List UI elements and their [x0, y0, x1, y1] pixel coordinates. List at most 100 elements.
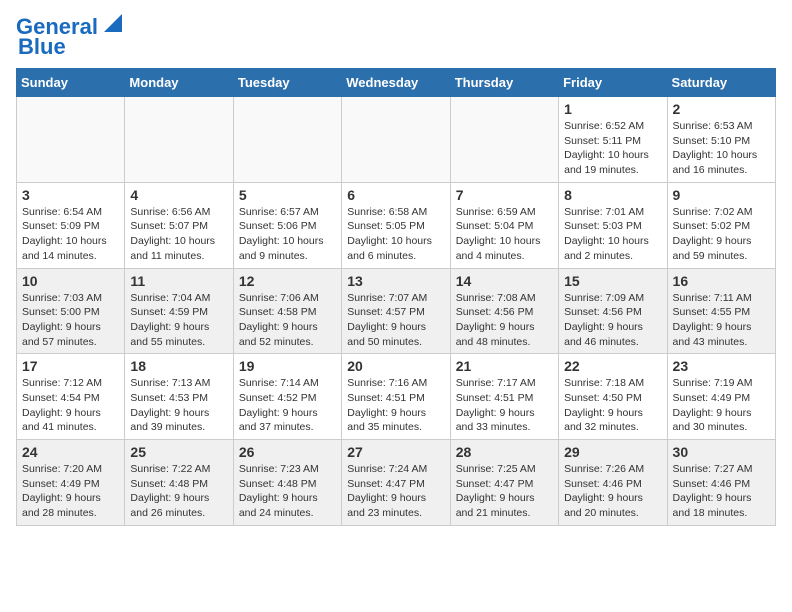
- calendar-cell: 6 Sunrise: 6:58 AM Sunset: 5:05 PM Daylig…: [342, 182, 450, 268]
- day-info: Sunrise: 7:23 AM Sunset: 4:48 PM Dayligh…: [239, 462, 336, 521]
- calendar-cell: [233, 97, 341, 183]
- day-info: Sunrise: 7:01 AM Sunset: 5:03 PM Dayligh…: [564, 205, 661, 264]
- day-number: 3: [22, 187, 119, 203]
- day-number: 16: [673, 273, 770, 289]
- col-header-wednesday: Wednesday: [342, 69, 450, 97]
- day-number: 6: [347, 187, 444, 203]
- day-number: 13: [347, 273, 444, 289]
- logo: General Blue: [16, 16, 122, 58]
- day-info: Sunrise: 7:22 AM Sunset: 4:48 PM Dayligh…: [130, 462, 227, 521]
- day-number: 14: [456, 273, 553, 289]
- day-info: Sunrise: 6:56 AM Sunset: 5:07 PM Dayligh…: [130, 205, 227, 264]
- calendar-cell: 9Sunrise: 7:02 AM Sunset: 5:02 PM Daylig…: [667, 182, 775, 268]
- calendar-cell: 17Sunrise: 7:12 AM Sunset: 4:54 PM Dayli…: [17, 354, 125, 440]
- calendar-cell: 7 Sunrise: 6:59 AM Sunset: 5:04 PM Daylig…: [450, 182, 558, 268]
- day-number: 2: [673, 101, 770, 117]
- day-number: 19: [239, 358, 336, 374]
- day-number: 12: [239, 273, 336, 289]
- calendar-cell: [17, 97, 125, 183]
- day-info: Sunrise: 6:54 AM Sunset: 5:09 PM Dayligh…: [22, 205, 119, 264]
- day-number: 22: [564, 358, 661, 374]
- week-row-3: 17Sunrise: 7:12 AM Sunset: 4:54 PM Dayli…: [17, 354, 776, 440]
- col-header-friday: Friday: [559, 69, 667, 97]
- calendar-cell: 25 Sunrise: 7:22 AM Sunset: 4:48 PM Dayli…: [125, 440, 233, 526]
- day-info: Sunrise: 7:25 AM Sunset: 4:47 PM Dayligh…: [456, 462, 553, 521]
- calendar-cell: 24Sunrise: 7:20 AM Sunset: 4:49 PM Dayli…: [17, 440, 125, 526]
- day-info: Sunrise: 7:19 AM Sunset: 4:49 PM Dayligh…: [673, 376, 770, 435]
- calendar-cell: 27Sunrise: 7:24 AM Sunset: 4:47 PM Dayli…: [342, 440, 450, 526]
- day-number: 1: [564, 101, 661, 117]
- day-number: 23: [673, 358, 770, 374]
- day-info: Sunrise: 7:06 AM Sunset: 4:58 PM Dayligh…: [239, 291, 336, 350]
- day-info: Sunrise: 7:03 AM Sunset: 5:00 PM Dayligh…: [22, 291, 119, 350]
- week-row-0: 1 Sunrise: 6:52 AM Sunset: 5:11 PM Daylig…: [17, 97, 776, 183]
- day-info: Sunrise: 6:57 AM Sunset: 5:06 PM Dayligh…: [239, 205, 336, 264]
- day-number: 24: [22, 444, 119, 460]
- header-row: SundayMondayTuesdayWednesdayThursdayFrid…: [17, 69, 776, 97]
- calendar-cell: [450, 97, 558, 183]
- day-info: Sunrise: 7:14 AM Sunset: 4:52 PM Dayligh…: [239, 376, 336, 435]
- calendar-cell: 15 Sunrise: 7:09 AM Sunset: 4:56 PM Dayli…: [559, 268, 667, 354]
- calendar-cell: 12 Sunrise: 7:06 AM Sunset: 4:58 PM Dayli…: [233, 268, 341, 354]
- col-header-saturday: Saturday: [667, 69, 775, 97]
- calendar-cell: 11 Sunrise: 7:04 AM Sunset: 4:59 PM Dayli…: [125, 268, 233, 354]
- calendar-cell: 10 Sunrise: 7:03 AM Sunset: 5:00 PM Dayli…: [17, 268, 125, 354]
- day-number: 5: [239, 187, 336, 203]
- calendar-cell: 2Sunrise: 6:53 AM Sunset: 5:10 PM Daylig…: [667, 97, 775, 183]
- day-info: Sunrise: 7:18 AM Sunset: 4:50 PM Dayligh…: [564, 376, 661, 435]
- calendar-cell: 26 Sunrise: 7:23 AM Sunset: 4:48 PM Dayli…: [233, 440, 341, 526]
- col-header-sunday: Sunday: [17, 69, 125, 97]
- day-info: Sunrise: 7:09 AM Sunset: 4:56 PM Dayligh…: [564, 291, 661, 350]
- calendar-cell: 14 Sunrise: 7:08 AM Sunset: 4:56 PM Dayli…: [450, 268, 558, 354]
- calendar-cell: 18Sunrise: 7:13 AM Sunset: 4:53 PM Dayli…: [125, 354, 233, 440]
- day-info: Sunrise: 7:07 AM Sunset: 4:57 PM Dayligh…: [347, 291, 444, 350]
- calendar-cell: 20 Sunrise: 7:16 AM Sunset: 4:51 PM Dayli…: [342, 354, 450, 440]
- day-info: Sunrise: 7:04 AM Sunset: 4:59 PM Dayligh…: [130, 291, 227, 350]
- day-number: 30: [673, 444, 770, 460]
- calendar-cell: 4Sunrise: 6:56 AM Sunset: 5:07 PM Daylig…: [125, 182, 233, 268]
- col-header-tuesday: Tuesday: [233, 69, 341, 97]
- calendar-cell: 5 Sunrise: 6:57 AM Sunset: 5:06 PM Daylig…: [233, 182, 341, 268]
- day-info: Sunrise: 7:08 AM Sunset: 4:56 PM Dayligh…: [456, 291, 553, 350]
- day-number: 20: [347, 358, 444, 374]
- col-header-thursday: Thursday: [450, 69, 558, 97]
- calendar-cell: 21 Sunrise: 7:17 AM Sunset: 4:51 PM Dayli…: [450, 354, 558, 440]
- day-info: Sunrise: 7:17 AM Sunset: 4:51 PM Dayligh…: [456, 376, 553, 435]
- day-number: 8: [564, 187, 661, 203]
- day-info: Sunrise: 6:58 AM Sunset: 5:05 PM Dayligh…: [347, 205, 444, 264]
- day-number: 11: [130, 273, 227, 289]
- day-number: 10: [22, 273, 119, 289]
- week-row-1: 3 Sunrise: 6:54 AM Sunset: 5:09 PM Daylig…: [17, 182, 776, 268]
- logo-blue-text: Blue: [18, 36, 66, 58]
- logo-icon: [100, 14, 122, 36]
- calendar-cell: 3 Sunrise: 6:54 AM Sunset: 5:09 PM Daylig…: [17, 182, 125, 268]
- day-info: Sunrise: 7:27 AM Sunset: 4:46 PM Dayligh…: [673, 462, 770, 521]
- day-number: 7: [456, 187, 553, 203]
- calendar-table: SundayMondayTuesdayWednesdayThursdayFrid…: [16, 68, 776, 526]
- calendar-cell: 19 Sunrise: 7:14 AM Sunset: 4:52 PM Dayli…: [233, 354, 341, 440]
- page-header: General Blue: [16, 16, 776, 58]
- calendar-cell: 16 Sunrise: 7:11 AM Sunset: 4:55 PM Dayli…: [667, 268, 775, 354]
- day-number: 15: [564, 273, 661, 289]
- day-info: Sunrise: 7:02 AM Sunset: 5:02 PM Dayligh…: [673, 205, 770, 264]
- day-info: Sunrise: 6:59 AM Sunset: 5:04 PM Dayligh…: [456, 205, 553, 264]
- calendar-cell: 23 Sunrise: 7:19 AM Sunset: 4:49 PM Dayli…: [667, 354, 775, 440]
- day-info: Sunrise: 7:11 AM Sunset: 4:55 PM Dayligh…: [673, 291, 770, 350]
- week-row-2: 10 Sunrise: 7:03 AM Sunset: 5:00 PM Dayli…: [17, 268, 776, 354]
- day-info: Sunrise: 7:13 AM Sunset: 4:53 PM Dayligh…: [130, 376, 227, 435]
- day-info: Sunrise: 6:52 AM Sunset: 5:11 PM Dayligh…: [564, 119, 661, 178]
- day-number: 28: [456, 444, 553, 460]
- week-row-4: 24Sunrise: 7:20 AM Sunset: 4:49 PM Dayli…: [17, 440, 776, 526]
- day-number: 21: [456, 358, 553, 374]
- calendar-cell: 13 Sunrise: 7:07 AM Sunset: 4:57 PM Dayli…: [342, 268, 450, 354]
- day-info: Sunrise: 7:24 AM Sunset: 4:47 PM Dayligh…: [347, 462, 444, 521]
- calendar-cell: 28 Sunrise: 7:25 AM Sunset: 4:47 PM Dayli…: [450, 440, 558, 526]
- calendar-cell: [125, 97, 233, 183]
- day-number: 25: [130, 444, 227, 460]
- day-number: 26: [239, 444, 336, 460]
- col-header-monday: Monday: [125, 69, 233, 97]
- day-info: Sunrise: 7:16 AM Sunset: 4:51 PM Dayligh…: [347, 376, 444, 435]
- calendar-cell: 29Sunrise: 7:26 AM Sunset: 4:46 PM Dayli…: [559, 440, 667, 526]
- day-number: 17: [22, 358, 119, 374]
- calendar-cell: 22 Sunrise: 7:18 AM Sunset: 4:50 PM Dayli…: [559, 354, 667, 440]
